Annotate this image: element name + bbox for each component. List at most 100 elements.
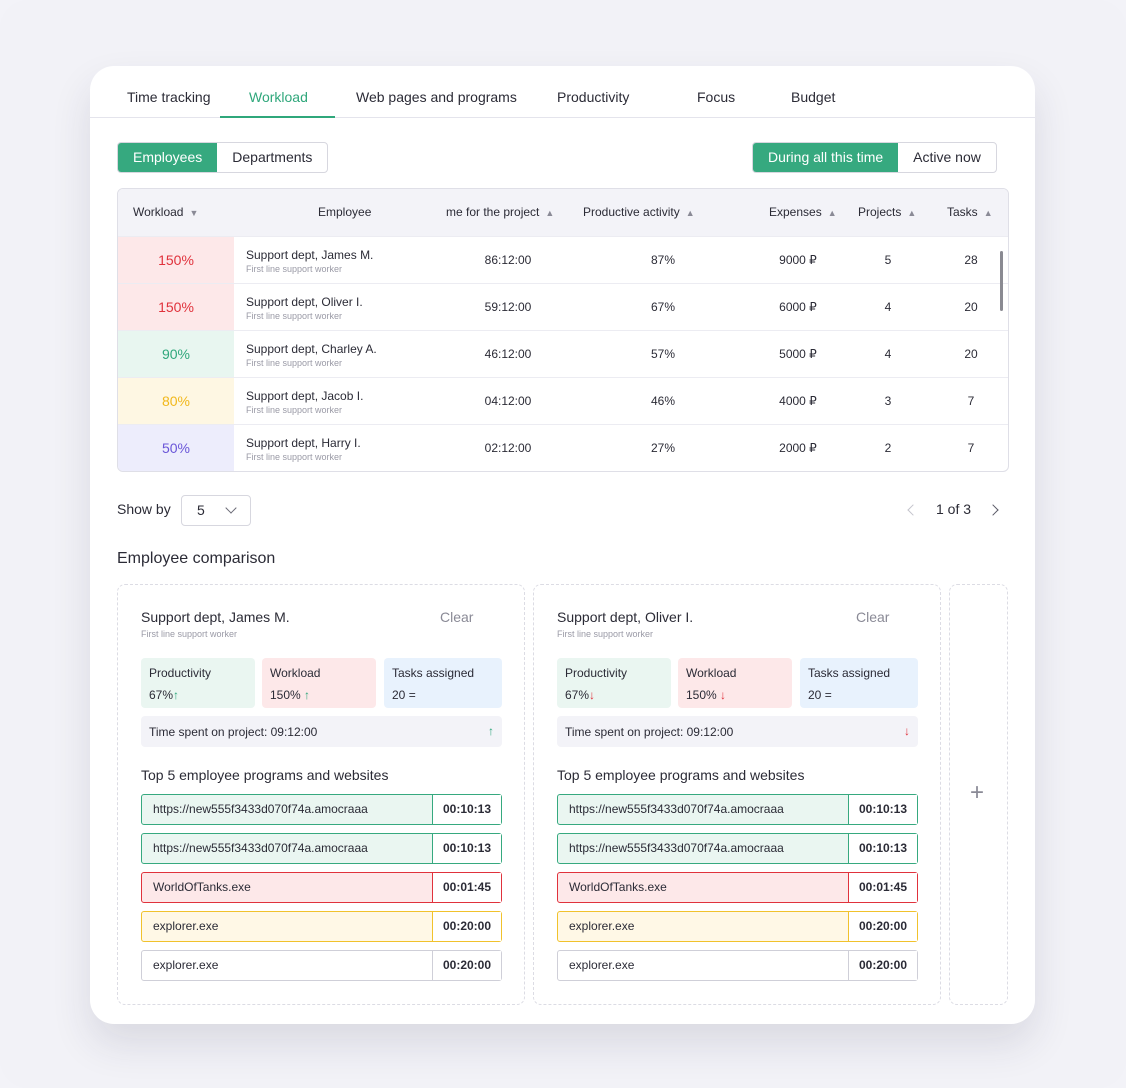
column-header-label: Productive activity xyxy=(583,205,680,219)
active-now-button[interactable]: Active now xyxy=(898,143,996,172)
tab-web-pages-and-programs[interactable]: Web pages and programs xyxy=(356,66,517,118)
time-spent-bar: Time spent on project: 09:12:00 ↑ xyxy=(141,716,502,747)
program-time: 00:01:45 xyxy=(432,873,501,902)
page-indicator: 1 of 3 xyxy=(936,501,972,517)
program-row[interactable]: https://new555f3433d070f74a.amocraaa 00:… xyxy=(557,833,918,864)
program-time: 00:01:45 xyxy=(848,873,917,902)
program-time: 00:20:00 xyxy=(432,951,501,980)
add-employee-panel[interactable]: + xyxy=(949,584,1008,1005)
show-by-select[interactable]: 5 xyxy=(181,495,251,526)
program-name: WorldOfTanks.exe xyxy=(153,880,251,894)
analytics-card: Time tracking Workload Web pages and pro… xyxy=(90,66,1035,1024)
tab-productivity[interactable]: Productivity xyxy=(557,66,629,118)
clear-button[interactable]: Clear xyxy=(856,609,889,625)
stat-value: 150% ↑ xyxy=(270,688,310,702)
column-header-label: me for the project xyxy=(446,205,540,219)
column-header-employee[interactable]: Employee xyxy=(318,189,371,236)
clear-button[interactable]: Clear xyxy=(440,609,473,625)
employee-role: First line support worker xyxy=(246,358,343,368)
column-header-workload[interactable]: Workload ▼ xyxy=(133,189,198,236)
table-row[interactable]: 150% Support dept, James M. First line sup… xyxy=(118,236,1008,284)
workload-value: 150% xyxy=(270,688,301,702)
program-row[interactable]: https://new555f3433d070f74a.amocraaa 00:… xyxy=(141,794,502,825)
table-row[interactable]: 50% Support dept, Harry I. First line supp… xyxy=(118,424,1008,471)
time-spent-text: Time spent on project: 09:12:00 xyxy=(149,725,318,739)
column-header-expenses[interactable]: Expenses ▲ xyxy=(769,189,837,236)
projects-cell: 4 xyxy=(884,300,892,314)
program-row[interactable]: explorer.exe 00:20:00 xyxy=(557,911,918,942)
panel-employee-name: Support dept, Oliver I. xyxy=(557,609,694,625)
during-all-time-button[interactable]: During all this time xyxy=(753,143,899,172)
productive-activity-cell: 67% xyxy=(650,300,676,314)
top-programs-title: Top 5 employee programs and websites xyxy=(557,767,805,783)
program-row[interactable]: explorer.exe 00:20:00 xyxy=(557,950,918,981)
program-row[interactable]: WorldOfTanks.exe 00:01:45 xyxy=(557,872,918,903)
program-name: explorer.exe xyxy=(153,958,219,972)
tasks-assigned-stat: Tasks assigned 20 = xyxy=(800,658,918,708)
tasks-cell: 7 xyxy=(967,441,975,455)
workload-cell: 80% xyxy=(118,378,234,425)
column-header-label: Employee xyxy=(318,205,372,219)
stat-value: 20 = xyxy=(808,688,832,702)
departments-toggle-button[interactable]: Departments xyxy=(217,143,327,172)
stat-value: 67%↓ xyxy=(565,688,595,702)
employee-name: Support dept, Harry I. xyxy=(246,436,361,450)
workload-value: 150% xyxy=(686,688,717,702)
tasks-value: 20 xyxy=(808,688,822,702)
workload-cell: 150% xyxy=(118,284,234,331)
workload-cell: 50% xyxy=(118,425,234,471)
stat-label: Tasks assigned xyxy=(808,666,891,680)
tasks-assigned-stat: Tasks assigned 20 = xyxy=(384,658,502,708)
previous-page-icon[interactable] xyxy=(907,504,919,516)
program-time: 00:20:00 xyxy=(432,912,501,941)
employees-toggle-button[interactable]: Employees xyxy=(118,143,218,172)
workload-stat: Workload 150% ↓ xyxy=(678,658,792,708)
workload-cell: 90% xyxy=(118,331,234,378)
time-cell: 86:12:00 xyxy=(484,253,532,267)
productivity-value: 67% xyxy=(149,688,174,702)
program-row[interactable]: https://new555f3433d070f74a.amocraaa 00:… xyxy=(557,794,918,825)
sort-up-icon: ▲ xyxy=(545,208,555,218)
projects-cell: 2 xyxy=(884,441,892,455)
trend-arrow-icon: ↑ xyxy=(488,724,494,738)
column-header-productive-activity[interactable]: Productive activity ▲ xyxy=(583,189,695,236)
program-time: 00:10:13 xyxy=(848,795,917,824)
expenses-cell: 6000 ₽ xyxy=(779,300,817,314)
employee-name: Support dept, Oliver I. xyxy=(246,295,363,309)
program-row[interactable]: explorer.exe 00:20:00 xyxy=(141,911,502,942)
tab-focus[interactable]: Focus xyxy=(697,66,735,118)
workload-table: Workload ▼ Employee me for the project ▲ P… xyxy=(117,188,1009,472)
column-header-label: Workload xyxy=(133,205,184,219)
program-row[interactable]: WorldOfTanks.exe 00:01:45 xyxy=(141,872,502,903)
tab-workload[interactable]: Workload xyxy=(249,66,308,118)
time-spent-bar: Time spent on project: 09:12:00 ↓ xyxy=(557,716,918,747)
projects-cell: 5 xyxy=(884,253,892,267)
productivity-value: 67% xyxy=(565,688,590,702)
tasks-value: 20 xyxy=(392,688,406,702)
next-page-icon[interactable] xyxy=(987,504,999,516)
productive-activity-cell: 57% xyxy=(650,347,676,361)
table-row[interactable]: 150% Support dept, Oliver I. First line su… xyxy=(118,283,1008,331)
tasks-cell: 20 xyxy=(964,347,978,361)
program-row[interactable]: https://new555f3433d070f74a.amocraaa 00:… xyxy=(141,833,502,864)
tasks-cell: 20 xyxy=(964,300,978,314)
table-row[interactable]: 80% Support dept, Jacob I. First line supp… xyxy=(118,377,1008,425)
table-scrollbar[interactable] xyxy=(1000,251,1003,311)
column-header-projects[interactable]: Projects ▲ xyxy=(858,189,916,236)
plus-icon[interactable]: + xyxy=(970,779,984,807)
program-name: explorer.exe xyxy=(153,919,219,933)
projects-cell: 3 xyxy=(884,394,892,408)
productive-activity-cell: 27% xyxy=(650,441,676,455)
productive-activity-cell: 46% xyxy=(650,394,676,408)
program-row[interactable]: explorer.exe 00:20:00 xyxy=(141,950,502,981)
tab-time-tracking[interactable]: Time tracking xyxy=(127,66,211,118)
column-header-time[interactable]: me for the project ▲ xyxy=(446,189,554,236)
tab-budget[interactable]: Budget xyxy=(791,66,835,118)
stat-label: Workload xyxy=(686,666,737,680)
trend-arrow-icon: ↑ xyxy=(304,688,311,702)
tasks-cell: 28 xyxy=(964,253,978,267)
program-name: explorer.exe xyxy=(569,919,635,933)
table-row[interactable]: 90% Support dept, Charley A. First line su… xyxy=(118,330,1008,378)
column-header-tasks[interactable]: Tasks ▲ xyxy=(947,189,993,236)
stat-label: Productivity xyxy=(565,666,628,680)
